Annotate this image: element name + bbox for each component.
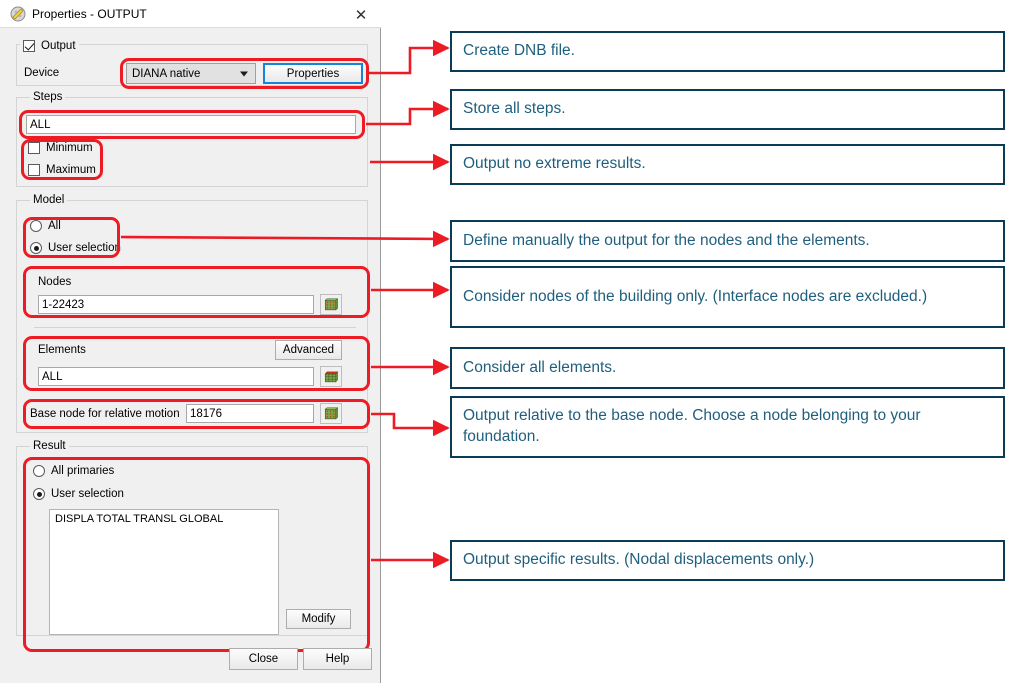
elements-advanced-button[interactable]: Advanced [275, 340, 342, 360]
device-select[interactable]: DIANA native [126, 63, 256, 84]
result-radio-all-primaries-dot [33, 465, 45, 477]
elements-label: Elements [38, 344, 86, 356]
elements-mesh-picker-button[interactable] [320, 366, 342, 387]
model-group [16, 200, 368, 433]
result-list[interactable]: DISPLA TOTAL TRANSL GLOBAL [49, 509, 279, 635]
output-checkbox-box [23, 40, 35, 52]
note-text: Define manually the output for the nodes… [463, 231, 870, 249]
window-title: Properties - OUTPUT [32, 7, 147, 21]
result-modify-button[interactable]: Modify [286, 609, 351, 629]
nodes-mesh-picker-button[interactable] [320, 294, 342, 315]
minimum-checkbox[interactable]: Minimum [28, 142, 93, 154]
mesh-node-picker-icon [324, 406, 338, 419]
model-radio-user-selection-label: User selection [48, 242, 121, 254]
model-divider [34, 327, 356, 328]
output-checkbox[interactable]: Output [20, 40, 79, 52]
result-radio-user-selection-dot [33, 488, 45, 500]
model-radio-user-selection[interactable]: User selection [30, 242, 121, 254]
maximum-checkbox-box [28, 164, 40, 176]
result-radio-all-primaries[interactable]: All primaries [33, 465, 114, 477]
result-radio-user-selection-label: User selection [51, 488, 124, 500]
properties-output-dialog: Properties - OUTPUT ✕ Output Device DIAN… [0, 0, 381, 683]
nodes-input[interactable]: 1-22423 [38, 295, 314, 314]
base-node-mesh-picker-button[interactable] [320, 403, 342, 424]
result-radio-all-primaries-label: All primaries [51, 465, 115, 477]
elements-input[interactable]: ALL [38, 367, 314, 386]
base-node-label: Base node for relative motion [30, 408, 180, 420]
minimum-checkbox-label: Minimum [46, 142, 93, 154]
arrow-to-note-base-node [371, 412, 450, 437]
note-text: Store all steps. [463, 100, 566, 118]
result-group-legend: Result [30, 440, 69, 452]
note-text: Output relative to the base node. Choose… [463, 407, 921, 445]
note-define-manually: Define manually the output for the nodes… [450, 220, 1005, 262]
maximum-checkbox[interactable]: Maximum [28, 164, 96, 176]
mesh-node-picker-icon [324, 297, 338, 310]
note-base-node: Output relative to the base node. Choose… [450, 396, 1005, 458]
close-icon[interactable]: ✕ [347, 4, 375, 26]
mesh-element-picker-icon [324, 370, 338, 383]
model-group-legend: Model [30, 194, 68, 206]
note-text: Consider nodes of the building only. (In… [463, 287, 928, 305]
model-radio-all-label: All [48, 220, 61, 232]
list-item[interactable]: DISPLA TOTAL TRANSL GLOBAL [50, 510, 278, 528]
note-no-extremes: Output no extreme results. [450, 144, 1005, 185]
maximum-checkbox-label: Maximum [46, 164, 96, 176]
diana-properties-icon [10, 6, 26, 22]
steps-input[interactable]: ALL [26, 115, 356, 134]
nodes-label: Nodes [38, 276, 72, 288]
note-text: Create DNB file. [463, 42, 575, 60]
device-select-value: DIANA native [132, 67, 201, 80]
help-button[interactable]: Help [303, 648, 372, 670]
base-node-input[interactable]: 18176 [186, 404, 314, 423]
note-text: Output no extreme results. [463, 155, 646, 173]
note-all-elements: Consider all elements. [450, 347, 1005, 389]
note-create-dnb: Create DNB file. [450, 31, 1005, 72]
result-radio-user-selection[interactable]: User selection [33, 488, 124, 500]
model-radio-all-dot [30, 220, 42, 232]
output-checkbox-label: Output [41, 40, 76, 52]
chevron-down-icon [240, 71, 248, 76]
model-radio-all[interactable]: All [30, 220, 61, 232]
device-label: Device [24, 67, 60, 79]
note-text: Consider all elements. [463, 358, 617, 376]
close-button[interactable]: Close [229, 648, 298, 670]
device-properties-button[interactable]: Properties [263, 63, 363, 84]
title-bar: Properties - OUTPUT ✕ [0, 0, 381, 28]
note-text: Output specific results. (Nodal displace… [463, 551, 815, 569]
minimum-checkbox-box [28, 142, 40, 154]
note-store-steps: Store all steps. [450, 89, 1005, 130]
steps-group-legend: Steps [30, 91, 66, 103]
model-radio-user-selection-dot [30, 242, 42, 254]
note-building-nodes: Consider nodes of the building only. (In… [450, 266, 1005, 328]
note-specific-results: Output specific results. (Nodal displace… [450, 540, 1005, 581]
